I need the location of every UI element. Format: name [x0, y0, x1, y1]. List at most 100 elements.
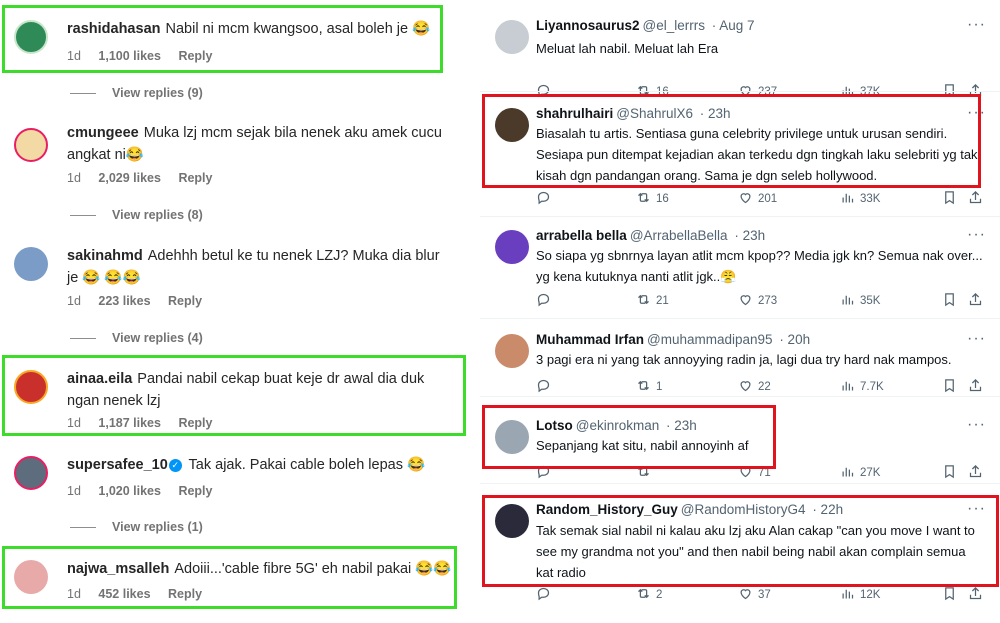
- retweet-button[interactable]: 2: [636, 586, 662, 604]
- reply-button[interactable]: [536, 378, 556, 396]
- share-button[interactable]: [968, 464, 983, 482]
- share-icon: [968, 464, 983, 482]
- comment-username[interactable]: cmungeee: [67, 125, 139, 141]
- share-button[interactable]: [968, 190, 983, 208]
- more-options-icon[interactable]: ···: [967, 16, 986, 34]
- tweet[interactable]: Muhammad Irfan @muhammadipan95 · 20h ··· 3 …: [480, 330, 1000, 396]
- tweet-actions: 2 37 12K: [536, 586, 990, 604]
- tweet-header: arrabella bella @ArrabellaBella · 23h: [536, 228, 765, 243]
- share-button[interactable]: [968, 586, 983, 604]
- share-icon: [968, 586, 983, 604]
- reply-button[interactable]: [536, 292, 556, 310]
- comment-likes[interactable]: 223 likes: [98, 294, 150, 308]
- comment-likes[interactable]: 2,029 likes: [98, 171, 161, 185]
- view-replies-button[interactable]: View replies (4): [70, 331, 203, 345]
- tweet-author-name[interactable]: arrabella bella: [536, 228, 627, 243]
- reply-button[interactable]: [536, 190, 556, 208]
- view-replies-button[interactable]: View replies (9): [70, 86, 203, 100]
- views-button[interactable]: 33K: [840, 190, 880, 208]
- tweet[interactable]: Liyannosaurus2 @el_lerrrs · Aug 7 ··· Melua…: [480, 16, 1000, 98]
- views-icon: [840, 378, 855, 396]
- comment-meta: 1d 1,020 likes Reply: [67, 484, 226, 498]
- tweet-author-handle[interactable]: @muhammadipan95: [647, 332, 773, 347]
- comment-text: Tak ajak. Pakai cable boleh lepas 😂: [188, 457, 426, 473]
- tweet-actions: 1 22 7.7K: [536, 378, 990, 396]
- view-replies-button[interactable]: View replies (1): [70, 520, 203, 534]
- views-button[interactable]: 27K: [840, 464, 880, 482]
- tweet-time[interactable]: · 23h: [734, 228, 765, 243]
- ig-comment: supersafee_10 ✓ Tak ajak. Pakai cable bol…: [12, 454, 462, 504]
- reply-button[interactable]: Reply: [168, 294, 202, 308]
- views-count: 33K: [860, 193, 881, 205]
- reply-button[interactable]: [536, 586, 556, 604]
- retweet-icon: [636, 190, 651, 208]
- views-icon: [840, 190, 855, 208]
- tweet-time[interactable]: · 20h: [779, 332, 810, 347]
- avatar[interactable]: [495, 230, 529, 264]
- like-button[interactable]: 273: [738, 292, 777, 310]
- share-icon: [968, 292, 983, 310]
- reply-button[interactable]: Reply: [178, 484, 212, 498]
- views-count: 27K: [860, 467, 881, 479]
- views-button[interactable]: 12K: [840, 586, 880, 604]
- retweet-icon: [636, 378, 651, 396]
- view-replies-label: View replies (4): [112, 331, 203, 345]
- tweet-author-name[interactable]: Muhammad Irfan: [536, 332, 644, 347]
- retweet-icon: [636, 586, 651, 604]
- bookmark-button[interactable]: [942, 586, 957, 604]
- tweet[interactable]: arrabella bella @ArrabellaBella · 23h ··· S…: [480, 226, 1000, 318]
- divider-line: [70, 526, 96, 528]
- reply-button[interactable]: Reply: [178, 171, 212, 185]
- retweet-button[interactable]: 1: [636, 378, 662, 396]
- views-button[interactable]: 35K: [840, 292, 880, 310]
- bookmark-button[interactable]: [942, 292, 957, 310]
- highlight-box: [2, 5, 443, 73]
- share-button[interactable]: [968, 378, 983, 396]
- divider-line: [70, 92, 96, 94]
- like-button[interactable]: 37: [738, 586, 771, 604]
- tweet-author-handle[interactable]: @el_lerrrs: [643, 18, 705, 33]
- reply-icon: [536, 378, 551, 396]
- like-button[interactable]: 22: [738, 378, 771, 396]
- bookmark-button[interactable]: [942, 464, 957, 482]
- avatar[interactable]: [14, 456, 48, 490]
- tweet-author-name[interactable]: Liyannosaurus2: [536, 18, 640, 33]
- bookmark-button[interactable]: [942, 190, 957, 208]
- comment-username[interactable]: supersafee_10: [67, 457, 168, 473]
- view-replies-label: View replies (1): [112, 520, 203, 534]
- bookmark-icon: [942, 586, 957, 604]
- retweet-button[interactable]: 21: [636, 292, 669, 310]
- instagram-comments-panel: rashidahasan Nabil ni mcm kwangsoo, asal …: [0, 0, 470, 623]
- retweet-button[interactable]: 16: [636, 190, 669, 208]
- tweet-divider: [480, 318, 1000, 319]
- comment-time: 1d: [67, 484, 81, 498]
- avatar[interactable]: [495, 20, 529, 54]
- comment-username[interactable]: sakinahmd: [67, 248, 143, 264]
- tweet-time[interactable]: · Aug 7: [712, 18, 755, 33]
- view-replies-label: View replies (8): [112, 208, 203, 222]
- more-options-icon[interactable]: ···: [967, 416, 986, 434]
- twitter-replies-panel: Liyannosaurus2 @el_lerrrs · Aug 7 ··· Melua…: [480, 0, 1000, 623]
- share-button[interactable]: [968, 292, 983, 310]
- bookmark-icon: [942, 190, 957, 208]
- retweet-count: 16: [656, 193, 669, 205]
- tweet-text: 3 pagi era ni yang tak annoyying radin j…: [536, 352, 952, 367]
- comment-meta: 1d 223 likes Reply: [67, 294, 216, 308]
- comment-meta: 1d 2,029 likes Reply: [67, 171, 226, 185]
- avatar[interactable]: [14, 128, 48, 162]
- highlight-box: [482, 405, 776, 469]
- like-button[interactable]: 201: [738, 190, 777, 208]
- more-options-icon[interactable]: ···: [967, 226, 986, 244]
- tweet-author-handle[interactable]: @ArrabellaBella: [630, 228, 728, 243]
- tweet-text: So siapa yg sbnrnya layan atlit mcm kpop…: [536, 248, 983, 284]
- comment-time: 1d: [67, 171, 81, 185]
- view-replies-button[interactable]: View replies (8): [70, 208, 203, 222]
- bookmark-icon: [942, 378, 957, 396]
- avatar[interactable]: [14, 247, 48, 281]
- divider-line: [70, 214, 96, 216]
- views-button[interactable]: 7.7K: [840, 378, 884, 396]
- avatar[interactable]: [495, 334, 529, 368]
- more-options-icon[interactable]: ···: [967, 330, 986, 348]
- bookmark-button[interactable]: [942, 378, 957, 396]
- comment-likes[interactable]: 1,020 likes: [98, 484, 161, 498]
